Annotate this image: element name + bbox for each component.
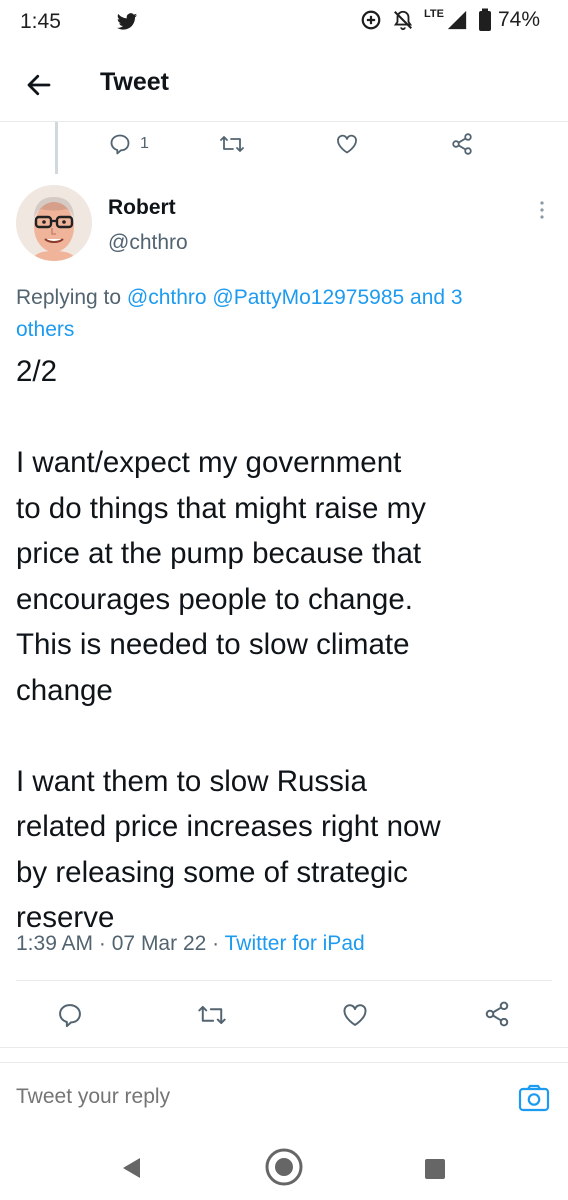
twitter-icon: [116, 13, 138, 30]
more-options-icon[interactable]: [532, 198, 552, 222]
tweet-line: price at the pump because that: [16, 537, 422, 570]
tweet-actions: [0, 995, 568, 1035]
tweet-line: This is needed to slow climate: [16, 628, 410, 661]
retweet-icon: [198, 1005, 226, 1025]
arrow-left-icon[interactable]: [24, 70, 54, 100]
previous-tweet-actions: 1: [0, 126, 568, 166]
status-time: 1:45: [20, 10, 61, 33]
data-saver-icon: [361, 10, 381, 30]
signal-icon: [447, 10, 467, 30]
divider: [16, 980, 552, 981]
like-button[interactable]: [340, 1001, 370, 1029]
replying-to-mentions[interactable]: @chthro @PattyMo12975985 and 3: [127, 286, 463, 309]
nav-back-icon[interactable]: [120, 1156, 142, 1180]
heart-icon: [343, 1004, 367, 1026]
retweet-button[interactable]: [197, 1001, 227, 1029]
like-button[interactable]: [334, 132, 360, 156]
avatar[interactable]: [16, 185, 92, 261]
retweet-icon: [220, 136, 244, 152]
network-type: LTE: [424, 8, 444, 20]
retweet-button[interactable]: [219, 132, 245, 156]
tweet-text: 2/2 I want/expect my government to do th…: [16, 349, 552, 941]
nav-home-icon[interactable]: [263, 1146, 305, 1188]
status-bar: 1:45 LTE 74%: [0, 0, 568, 46]
nav-recents-icon[interactable]: [424, 1158, 446, 1180]
tweet-line: encourages people to change.: [16, 582, 413, 616]
author-name[interactable]: Robert: [108, 196, 176, 220]
reply-button[interactable]: [56, 1001, 84, 1029]
reply-button[interactable]: 1: [108, 132, 149, 156]
reply-icon: [110, 134, 130, 155]
page-title: Tweet: [100, 68, 169, 96]
share-button[interactable]: [450, 131, 474, 157]
header: Tweet: [0, 46, 568, 122]
reply-input[interactable]: [16, 1085, 486, 1109]
tweet-line: I want them to slow Russia: [16, 764, 367, 798]
replying-to: Replying to @chthro @PattyMo12975985 and…: [16, 282, 552, 346]
tweet-line: by releasing some of strategic: [16, 855, 408, 889]
share-icon: [485, 1001, 509, 1027]
tweet-line: related price increases right now: [16, 810, 441, 843]
reply-count: 1: [140, 135, 149, 152]
share-icon: [452, 133, 472, 155]
share-button[interactable]: [483, 999, 511, 1029]
tweet-line: 2/2: [16, 355, 58, 388]
tweet-date: 07 Mar 22: [111, 932, 207, 955]
reply-composer: [0, 1062, 568, 1128]
reply-icon: [59, 1004, 81, 1028]
meta-separator: ·: [212, 932, 220, 955]
tweet-line: change: [16, 673, 113, 707]
tweet-line: to do things that might raise my: [16, 491, 426, 525]
camera-icon[interactable]: [518, 1083, 550, 1113]
meta-separator: ·: [98, 932, 106, 955]
tweet-source[interactable]: Twitter for iPad: [225, 932, 365, 955]
heart-icon: [337, 134, 357, 154]
tweet-line: I want/expect my government: [16, 446, 402, 479]
system-nav-bar: [0, 1138, 568, 1200]
avatar-illustration: [16, 185, 92, 261]
battery-percent: 74%: [497, 8, 540, 31]
replying-to-prefix: Replying to: [16, 286, 122, 309]
author-handle[interactable]: @chthro: [108, 231, 188, 255]
battery-icon: [478, 8, 491, 31]
replying-to-others[interactable]: others: [16, 318, 74, 341]
divider: [0, 1047, 568, 1048]
mute-icon: [393, 10, 413, 31]
tweet-time: 1:39 AM: [16, 932, 94, 955]
tweet-meta: 1:39 AM · 07 Mar 22 · Twitter for iPad: [16, 932, 365, 956]
